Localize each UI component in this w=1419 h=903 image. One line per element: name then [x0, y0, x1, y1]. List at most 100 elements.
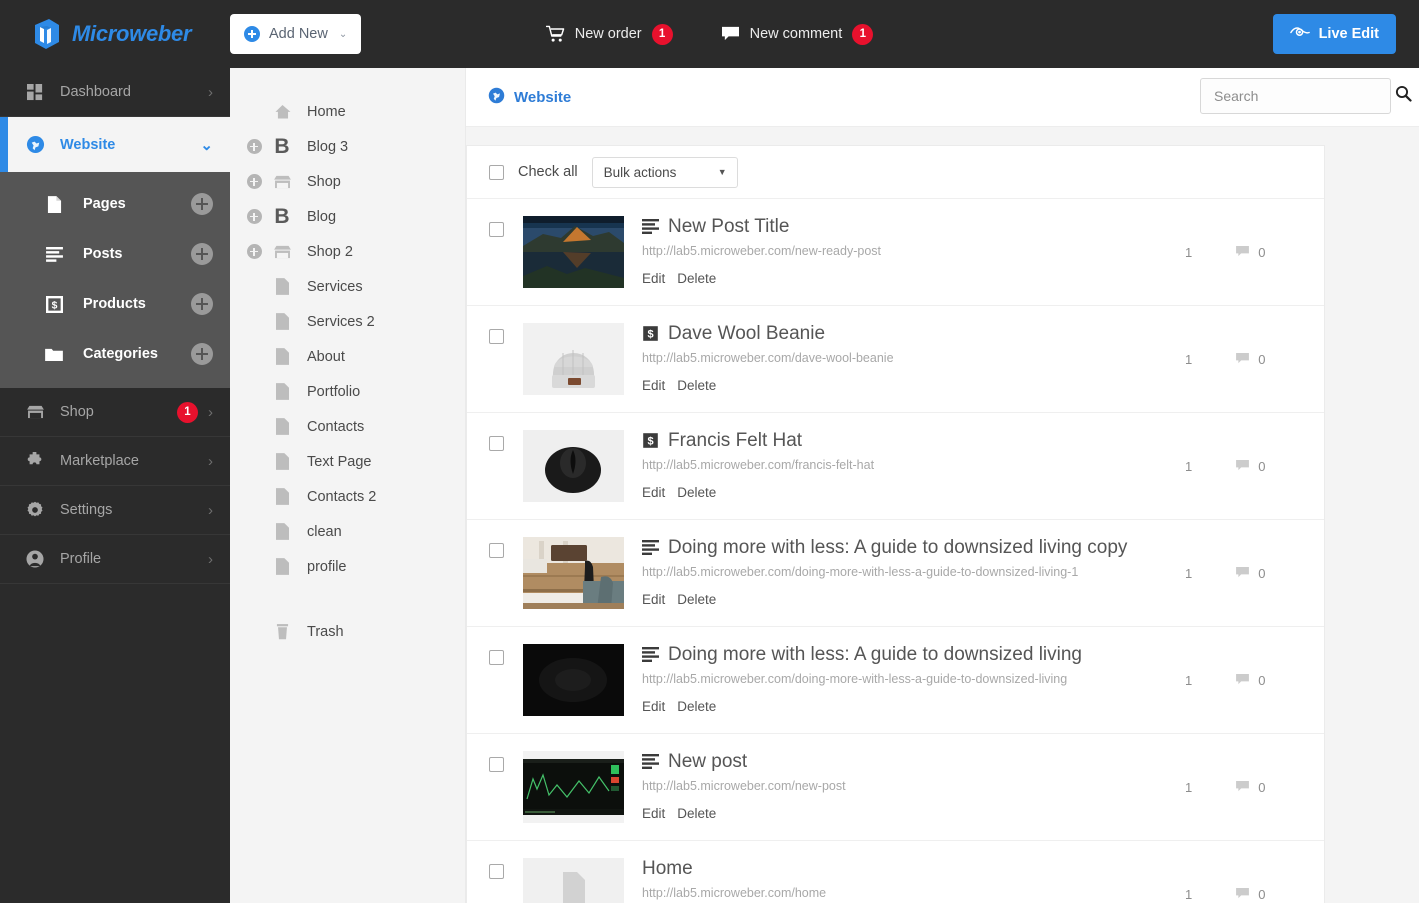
tree-item-about[interactable]: About	[230, 339, 465, 374]
sidebar-subitem-posts[interactable]: Posts	[0, 229, 230, 279]
row-comments-count: 0	[1258, 351, 1266, 367]
expander-icon[interactable]	[245, 244, 263, 259]
row-delete-link[interactable]: Delete	[677, 592, 716, 607]
sidebar-item-dashboard[interactable]: Dashboard ›	[0, 68, 230, 117]
table-row[interactable]: New Post Title http://lab5.microweber.co…	[467, 199, 1324, 306]
row-title[interactable]: Home	[642, 858, 693, 880]
tree-item-contacts-2[interactable]: Contacts 2	[230, 479, 465, 514]
tree-item-text-page[interactable]: Text Page	[230, 444, 465, 479]
page-icon	[271, 278, 293, 295]
row-title-line: New post	[642, 751, 1164, 773]
row-edit-link[interactable]: Edit	[642, 699, 665, 714]
table-row[interactable]: New post http://lab5.microweber.com/new-…	[467, 734, 1324, 841]
row-edit-link[interactable]: Edit	[642, 592, 665, 607]
add-page-button[interactable]	[191, 193, 213, 215]
row-title[interactable]: Francis Felt Hat	[668, 430, 802, 452]
tree-item-blog[interactable]: B Blog	[230, 199, 465, 234]
row-edit-link[interactable]: Edit	[642, 806, 665, 821]
row-checkbox[interactable]	[489, 543, 504, 558]
expander-icon[interactable]	[245, 209, 263, 224]
folder-icon	[42, 347, 66, 361]
row-delete-link[interactable]: Delete	[677, 806, 716, 821]
expander-icon[interactable]	[245, 139, 263, 154]
product-dollar-icon: $	[642, 325, 659, 343]
row-checkbox[interactable]	[489, 757, 504, 772]
row-title[interactable]: New Post Title	[668, 216, 789, 238]
add-post-button[interactable]	[191, 243, 213, 265]
row-url[interactable]: http://lab5.microweber.com/doing-more-wi…	[642, 565, 1164, 579]
table-row[interactable]: $ Dave Wool Beanie http://lab5.microwebe…	[467, 306, 1324, 413]
tree-item-trash[interactable]: Trash	[230, 614, 465, 649]
row-checkbox[interactable]	[489, 329, 504, 344]
sidebar-subitem-pages[interactable]: Pages	[0, 179, 230, 229]
add-category-button[interactable]	[191, 343, 213, 365]
tree-item-clean[interactable]: clean	[230, 514, 465, 549]
tree-item-profile[interactable]: profile	[230, 549, 465, 584]
row-url[interactable]: http://lab5.microweber.com/dave-wool-bea…	[642, 351, 1164, 365]
row-title[interactable]: Doing more with less: A guide to downsiz…	[668, 537, 1127, 559]
sidebar-badge: 1	[177, 401, 198, 423]
search-box[interactable]	[1200, 78, 1412, 114]
page-icon	[271, 523, 293, 540]
search-input[interactable]	[1214, 88, 1395, 104]
row-title[interactable]: Dave Wool Beanie	[668, 323, 825, 345]
tree-item-services-2[interactable]: Services 2	[230, 304, 465, 339]
row-edit-link[interactable]: Edit	[642, 271, 665, 286]
row-delete-link[interactable]: Delete	[677, 485, 716, 500]
row-edit-link[interactable]: Edit	[642, 378, 665, 393]
table-row[interactable]: Doing more with less: A guide to downsiz…	[467, 520, 1324, 627]
row-delete-link[interactable]: Delete	[677, 271, 716, 286]
table-row[interactable]: $ Francis Felt Hat http://lab5.microwebe…	[467, 413, 1324, 520]
bulk-actions-select[interactable]: Bulk actions ▼	[591, 156, 738, 188]
live-edit-button[interactable]: Live Edit	[1272, 14, 1396, 54]
row-comments: 0	[1236, 352, 1265, 367]
tree-item-home[interactable]: Home	[230, 94, 465, 129]
sidebar-item-marketplace[interactable]: Marketplace ›	[0, 437, 230, 486]
table-row[interactable]: Doing more with less: A guide to downsiz…	[467, 627, 1324, 734]
tree-item-blog-3[interactable]: B Blog 3	[230, 129, 465, 164]
row-title-line: $ Francis Felt Hat	[642, 430, 1164, 452]
row-title[interactable]: Doing more with less: A guide to downsiz…	[668, 644, 1082, 666]
tree-item-label: About	[307, 348, 345, 365]
row-url[interactable]: http://lab5.microweber.com/home	[642, 886, 1164, 900]
tree-item-shop[interactable]: Shop	[230, 164, 465, 199]
gear-icon	[24, 501, 46, 519]
chevron-right-icon: ›	[208, 550, 213, 568]
tree-item-services[interactable]: Services	[230, 269, 465, 304]
row-url[interactable]: http://lab5.microweber.com/new-post	[642, 779, 1164, 793]
row-url[interactable]: http://lab5.microweber.com/doing-more-wi…	[642, 672, 1164, 686]
notification-new-comment[interactable]: New comment 1	[721, 23, 874, 45]
row-url[interactable]: http://lab5.microweber.com/new-ready-pos…	[642, 244, 1164, 258]
content-scroll-area[interactable]: Check all Bulk actions ▼ New Post Title …	[466, 127, 1419, 903]
row-checkbox[interactable]	[489, 650, 504, 665]
row-delete-link[interactable]: Delete	[677, 699, 716, 714]
table-row[interactable]: Home http://lab5.microweber.com/home Edi…	[467, 841, 1324, 903]
tree-item-portfolio[interactable]: Portfolio	[230, 374, 465, 409]
row-views-count: 1	[1185, 351, 1193, 367]
row-edit-link[interactable]: Edit	[642, 485, 665, 500]
sidebar-item-profile[interactable]: Profile ›	[0, 535, 230, 584]
row-checkbox[interactable]	[489, 436, 504, 451]
row-checkbox[interactable]	[489, 864, 504, 879]
sidebar-item-website[interactable]: Website ⌄	[0, 117, 230, 172]
row-delete-link[interactable]: Delete	[677, 378, 716, 393]
row-checkbox[interactable]	[489, 222, 504, 237]
tree-item-contacts[interactable]: Contacts	[230, 409, 465, 444]
breadcrumb[interactable]: Website	[488, 87, 571, 108]
sidebar-subitem-products[interactable]: $ Products	[0, 279, 230, 329]
check-all-checkbox[interactable]	[489, 164, 504, 180]
add-new-button[interactable]: Add New ⌄	[230, 14, 362, 54]
row-title[interactable]: New post	[668, 751, 747, 773]
sidebar-item-settings[interactable]: Settings ›	[0, 486, 230, 535]
notification-new-order[interactable]: New order 1	[545, 23, 673, 45]
brand[interactable]: Microweber	[0, 18, 230, 50]
sidebar-subitem-categories[interactable]: Categories	[0, 329, 230, 379]
expander-icon[interactable]	[245, 174, 263, 189]
tree-item-shop-2[interactable]: Shop 2	[230, 234, 465, 269]
post-lines-icon	[642, 754, 659, 770]
sidebar-item-shop[interactable]: Shop 1 ›	[0, 388, 230, 437]
row-url[interactable]: http://lab5.microweber.com/francis-felt-…	[642, 458, 1164, 472]
add-product-button[interactable]	[191, 293, 213, 315]
search-icon[interactable]	[1395, 85, 1412, 107]
